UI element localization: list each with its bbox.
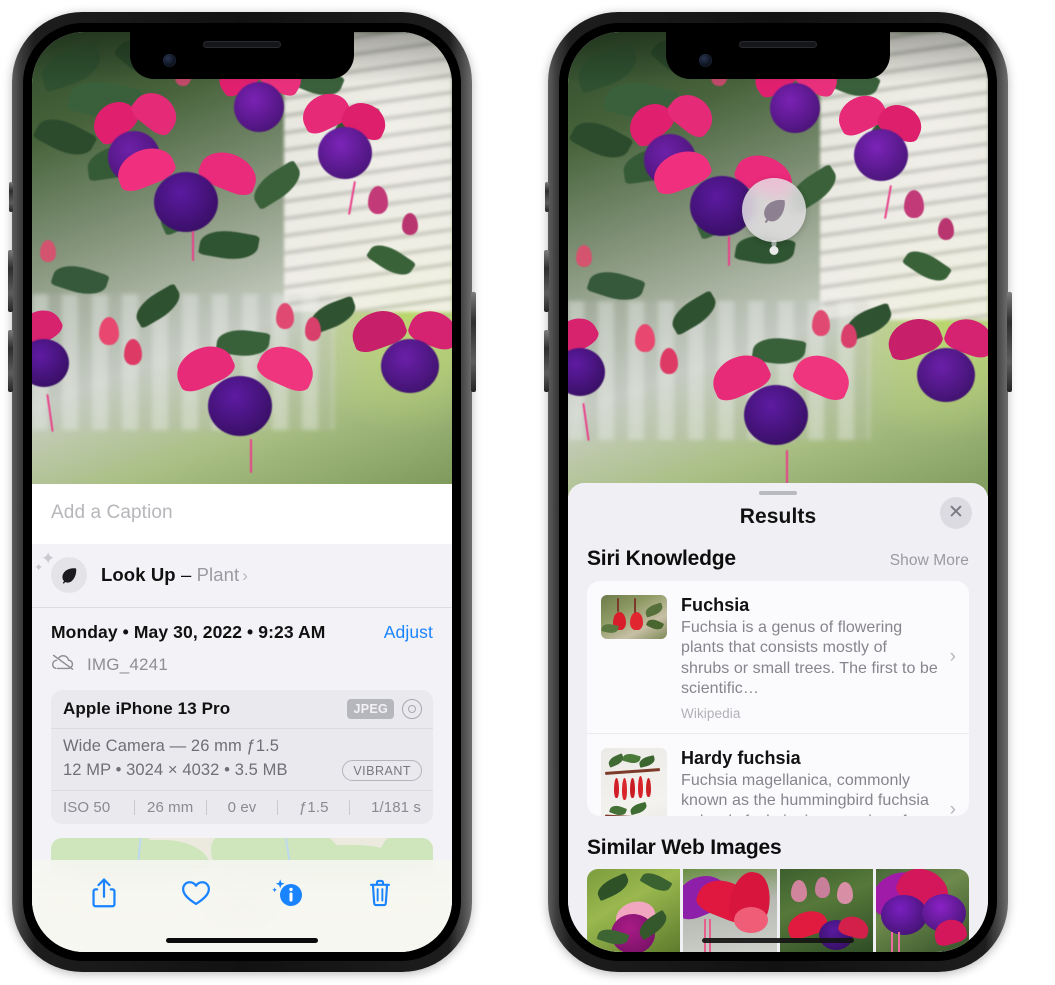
screen-right: Results ✕ Siri Knowledge Show More Fuchs…: [568, 32, 988, 952]
fuchsia-flowers-photo: [568, 32, 988, 496]
similar-web-images-header: Similar Web Images: [568, 816, 988, 869]
volume-up-button[interactable]: [544, 250, 549, 312]
filename-row: IMG_4241: [32, 647, 452, 690]
iphone-device-right: Results ✕ Siri Knowledge Show More Fuchs…: [544, 12, 1012, 972]
home-indicator[interactable]: [166, 938, 318, 943]
power-button[interactable]: [471, 292, 476, 392]
show-more-button[interactable]: Show More: [890, 552, 969, 570]
exif-row: ISO 50 26 mm 0 ev ƒ1.5 1/181 s: [51, 791, 433, 824]
mute-switch[interactable]: [545, 182, 549, 212]
leaf-icon: [764, 199, 785, 224]
look-up-row[interactable]: ✦ ✦ Look Up – Plant ›: [32, 544, 452, 608]
power-button[interactable]: [1007, 292, 1012, 392]
camera-info-card: Apple iPhone 13 Pro JPEG Wide Camera — 2…: [51, 690, 433, 824]
exif-aperture: ƒ1.5: [298, 799, 329, 816]
photo-info-sheet: Add a Caption ✦ ✦ Look Up – Plant › Mond…: [32, 484, 452, 952]
photo-filename: IMG_4241: [87, 654, 168, 674]
exif-iso: ISO 50: [63, 799, 111, 816]
date-row: Monday • May 30, 2022 • 9:23 AM Adjust: [32, 608, 452, 647]
front-camera: [699, 54, 712, 67]
section-title-siri-knowledge: Siri Knowledge: [587, 546, 736, 570]
knowledge-description: Fuchsia magellanica, commonly known as t…: [681, 771, 929, 816]
fuchsia-flowers-photo: [32, 32, 452, 484]
chevron-right-icon: ›: [949, 798, 956, 816]
list-item[interactable]: Hardy fuchsia Fuchsia magellanica, commo…: [587, 732, 969, 816]
adjust-button[interactable]: Adjust: [384, 622, 433, 643]
visual-look-up-badge[interactable]: [742, 178, 806, 255]
exif-focal: 26 mm: [147, 799, 194, 816]
look-up-dash: –: [180, 564, 192, 585]
exif-shutter: 1/181 s: [371, 799, 421, 816]
photo-viewer-right[interactable]: [568, 32, 988, 496]
raw-aperture-icon: [402, 699, 422, 719]
fuchsia-thumbnail: [601, 594, 667, 639]
photographic-style-badge: VIBRANT: [342, 760, 422, 781]
list-item[interactable]: [875, 868, 969, 952]
list-item[interactable]: Fuchsia Fuchsia is a genus of flowering …: [587, 581, 969, 733]
chevron-right-icon: ›: [242, 566, 249, 585]
hardy-fuchsia-thumbnail: [601, 747, 667, 816]
list-item[interactable]: [587, 868, 681, 952]
device-bezel: Results ✕ Siri Knowledge Show More Fuchs…: [559, 23, 997, 961]
volume-down-button[interactable]: [8, 330, 13, 392]
sparkle-small-icon: ✦: [34, 562, 44, 574]
device-notch: [130, 32, 354, 79]
share-button[interactable]: [83, 872, 125, 914]
look-up-subject: Plant: [196, 564, 240, 585]
home-indicator[interactable]: [702, 938, 854, 943]
look-up-label: Look Up – Plant ›: [101, 564, 248, 586]
favorite-button[interactable]: [175, 872, 217, 914]
front-camera: [163, 54, 176, 67]
screen-left: Add a Caption ✦ ✦ Look Up – Plant › Mond…: [32, 32, 452, 952]
look-up-title: Look Up: [101, 564, 176, 585]
info-button[interactable]: [267, 872, 309, 914]
earpiece-speaker: [203, 41, 281, 48]
chevron-right-icon: ›: [949, 645, 956, 667]
camera-body: Wide Camera — 26 mm ƒ1.5 12 MP • 3024 × …: [51, 729, 433, 791]
siri-knowledge-card: Fuchsia Fuchsia is a genus of flowering …: [587, 580, 969, 816]
camera-header: Apple iPhone 13 Pro JPEG: [51, 690, 433, 729]
knowledge-source: Wikipedia: [681, 705, 741, 721]
mute-switch[interactable]: [9, 182, 13, 212]
results-header: Results ✕: [568, 495, 988, 545]
leaf-icon: ✦ ✦: [34, 550, 87, 593]
siri-knowledge-header: Siri Knowledge Show More: [568, 545, 988, 581]
lens-info: Wide Camera — 26 mm ƒ1.5: [63, 737, 280, 755]
device-notch: [666, 32, 890, 79]
device-bezel: Add a Caption ✦ ✦ Look Up – Plant › Mond…: [23, 23, 461, 961]
exif-ev: 0 ev: [227, 799, 257, 816]
photo-viewer-left[interactable]: [32, 32, 452, 484]
photo-date: Monday • May 30, 2022 • 9:23 AM: [51, 622, 326, 642]
knowledge-title: Hardy fuchsia: [681, 747, 801, 768]
knowledge-body: Hardy fuchsia Fuchsia magellanica, commo…: [681, 748, 957, 816]
screenshot-stage: Add a Caption ✦ ✦ Look Up – Plant › Mond…: [0, 0, 1055, 985]
results-sheet: Results ✕ Siri Knowledge Show More Fuchs…: [568, 483, 988, 952]
caption-input[interactable]: Add a Caption: [32, 484, 452, 544]
knowledge-body: Fuchsia Fuchsia is a genus of flowering …: [681, 595, 957, 721]
knowledge-title: Fuchsia: [681, 594, 750, 615]
camera-model: Apple iPhone 13 Pro: [63, 699, 231, 718]
section-title-similar-web-images: Similar Web Images: [587, 835, 782, 859]
iphone-device-left: Add a Caption ✦ ✦ Look Up – Plant › Mond…: [8, 12, 476, 972]
volume-down-button[interactable]: [544, 330, 549, 392]
volume-up-button[interactable]: [8, 250, 13, 312]
close-icon[interactable]: ✕: [940, 496, 972, 529]
delete-button[interactable]: [359, 872, 401, 914]
size-info: 12 MP • 3024 × 4032 • 3.5 MB: [63, 761, 288, 779]
earpiece-speaker: [739, 41, 817, 48]
results-title: Results: [739, 504, 817, 528]
knowledge-description: Fuchsia is a genus of flowering plants t…: [681, 618, 938, 698]
icloud-slash-icon: [51, 653, 75, 676]
format-badge: JPEG: [347, 699, 394, 719]
